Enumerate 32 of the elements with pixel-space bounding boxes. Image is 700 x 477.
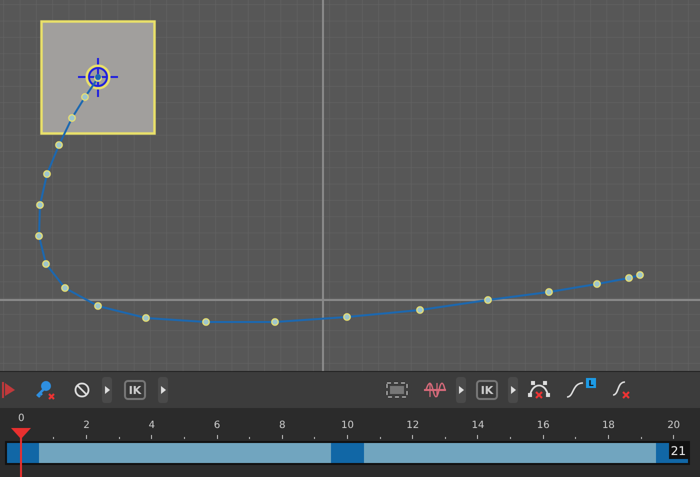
frame-number: 2: [83, 420, 90, 431]
curve-delete-icon[interactable]: [528, 380, 550, 400]
linear-badge: L: [586, 378, 596, 388]
wave-icon[interactable]: [424, 381, 446, 399]
frame-number: 6: [214, 420, 220, 431]
playhead-line: [20, 436, 22, 477]
frame-number: 0: [18, 413, 24, 424]
frame-number: 20: [667, 420, 680, 431]
frame-number: 14: [472, 420, 484, 431]
expand-button[interactable]: [102, 377, 112, 403]
caret-icon: [160, 386, 166, 394]
no-entry-icon[interactable]: [74, 382, 90, 398]
frame-number: 4: [148, 420, 155, 431]
frame-select-icon[interactable]: [386, 382, 408, 398]
frame-number: 10: [341, 420, 354, 431]
timeline-track[interactable]: 21: [5, 441, 690, 465]
caret-icon: [510, 386, 516, 394]
frame-number: 12: [406, 420, 420, 431]
expand-button[interactable]: [508, 377, 518, 403]
curve-delete-icon[interactable]: [612, 381, 632, 399]
curve-icon[interactable]: [566, 382, 584, 398]
caret-icon: [458, 386, 464, 394]
ik-button[interactable]: IK: [476, 380, 498, 400]
caret-icon: [104, 386, 110, 394]
frame-number: 8: [279, 420, 286, 431]
expand-button[interactable]: [158, 377, 168, 403]
expand-button[interactable]: [456, 377, 466, 403]
key-delete-icon[interactable]: [34, 380, 56, 400]
frame-number: 18: [602, 420, 615, 431]
ik-button[interactable]: IK: [124, 380, 146, 400]
frame-number: 16: [536, 420, 550, 431]
end-frame: 21: [668, 443, 688, 459]
